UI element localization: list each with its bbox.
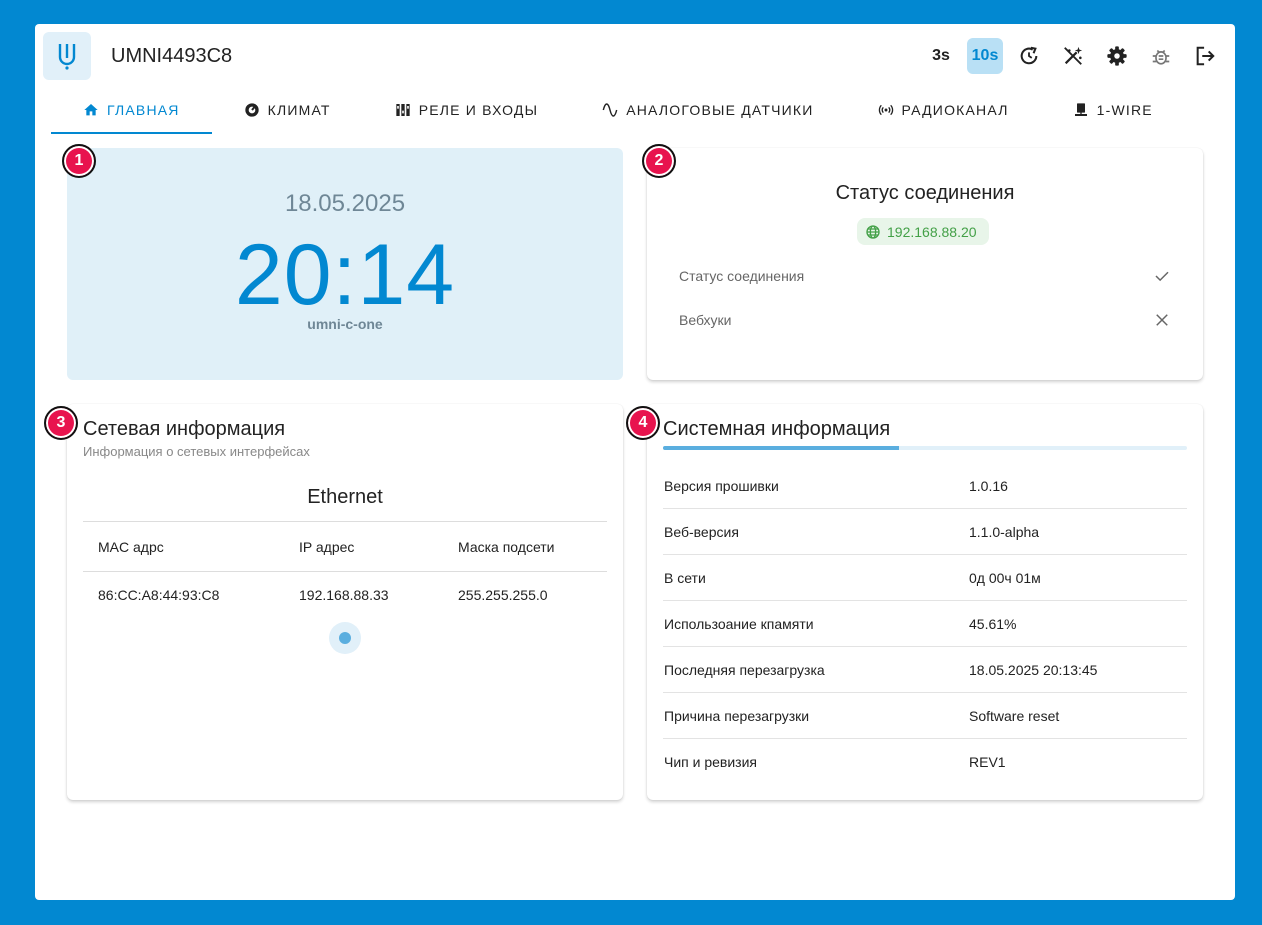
column-header-mac: MAC адрс <box>83 521 284 572</box>
clock-card: 18.05.2025 20:14 umni-c-one <box>67 148 623 380</box>
info-value: REV1 <box>969 753 1006 770</box>
connection-status-card: Статус соединения 192.168.88.20 Статус с… <box>647 148 1203 380</box>
webhooks-row-label: Вебхуки <box>679 312 732 328</box>
info-value: 45.61% <box>968 600 1187 647</box>
history-icon <box>1020 46 1038 65</box>
network-subtitle: Информация о сетевых интерфейсах <box>83 444 310 459</box>
refresh-10s-button[interactable]: 10s <box>967 38 1003 74</box>
table-row: Чип и ревизия REV1 <box>663 739 1187 785</box>
sensor-icon <box>1074 103 1087 116</box>
subnet-mask: 255.255.255.0 <box>458 587 548 603</box>
table-row: Последняя перезагрузка 18.05.2025 20:13:4… <box>663 646 1187 693</box>
refresh-3s-button[interactable]: 3s <box>923 38 959 74</box>
toolbar: 3s 10s <box>923 38 1223 74</box>
column-header-ip: IP адрес <box>284 521 443 572</box>
home-icon <box>84 104 98 116</box>
info-key: Последняя перезагрузка <box>663 646 968 693</box>
info-value: 1.0.16 <box>968 463 1187 509</box>
tab-radio[interactable]: РАДИОКАНАЛ <box>846 88 1041 132</box>
check-icon <box>1155 271 1169 282</box>
mac-address: 86:CC:A8:44:93:C8 <box>98 587 220 603</box>
tab-relays[interactable]: РЕЛЕ И ВХОДЫ <box>363 88 571 132</box>
progress-fill <box>663 446 899 450</box>
badge-3: 3 <box>44 406 78 440</box>
info-key: Чип и ревизия <box>664 753 757 770</box>
network-table: MAC адрс IP адрес Маска подсети 86:CC:A8… <box>83 521 607 618</box>
logo <box>43 32 91 80</box>
info-key: Версия прошивки <box>663 463 968 509</box>
network-info-card: Сетевая информация Информация о сетевых … <box>67 404 623 800</box>
umni-logo-icon <box>58 44 76 70</box>
table-header-row: MAC адрс IP адрес Маска подсети <box>83 521 607 572</box>
app-window: UMNI4493C8 3s 10s ГЛАВНАЯ КЛИМАТ РЕЛЕ И … <box>35 24 1235 900</box>
debug-button[interactable] <box>1143 38 1179 74</box>
info-key: Использоание кпамяти <box>663 600 968 647</box>
tab-radio-label: РАДИОКАНАЛ <box>901 102 1009 118</box>
table-row: Веб-версия 1.1.0-alpha <box>663 508 1187 555</box>
bug-icon <box>1152 49 1170 65</box>
connection-row: Статус соединения <box>679 264 1171 288</box>
ip-chip: 192.168.88.20 <box>857 218 989 245</box>
clock-hostname: umni-c-one <box>307 316 383 332</box>
device-name: UMNI4493C8 <box>111 45 233 67</box>
tab-bar: ГЛАВНАЯ КЛИМАТ РЕЛЕ И ВХОДЫ АНАЛОГОВЫЕ Д… <box>51 88 1219 134</box>
info-value: 1.1.0-alpha <box>968 508 1187 555</box>
ip-address-cell: 192.168.88.33 <box>299 587 389 603</box>
info-key: Веб-версия <box>663 508 968 555</box>
network-title: Сетевая информация <box>83 418 286 440</box>
tab-home[interactable]: ГЛАВНАЯ <box>51 88 212 134</box>
connection-row-label: Статус соединения <box>679 268 805 284</box>
ip-address: 192.168.88.20 <box>887 223 977 240</box>
badge-1: 1 <box>62 144 96 178</box>
info-value: Software reset <box>968 692 1187 739</box>
badge-2: 2 <box>642 144 676 178</box>
table-row: Использоание кпамяти 45.61% <box>663 600 1187 647</box>
close-icon <box>1156 314 1168 326</box>
globe-icon <box>866 224 880 239</box>
table-row: Версия прошивки 1.0.16 <box>663 463 1187 509</box>
tab-climate-label: КЛИМАТ <box>267 102 331 118</box>
connection-title: Статус соединения <box>835 182 1015 204</box>
info-key: Причина перезагрузки <box>663 692 968 739</box>
system-table: Версия прошивки 1.0.16 Веб-версия 1.1.0-al… <box>663 463 1187 784</box>
gear-icon <box>1107 46 1127 66</box>
logout-button[interactable] <box>1187 38 1223 74</box>
system-info-card: Системная информация Версия прошивки 1.0.… <box>647 404 1203 800</box>
tab-analog-label: АНАЛОГОВЫЕ ДАТЧИКИ <box>626 102 814 118</box>
history-button[interactable] <box>1011 38 1047 74</box>
webhooks-row: Вебхуки <box>679 308 1171 332</box>
info-value: 0д 00ч 01м <box>968 554 1187 601</box>
ethernet-title: Ethernet <box>307 486 383 508</box>
info-value: 18.05.2025 20:13:45 <box>968 646 1187 693</box>
radio-icon <box>878 104 893 116</box>
system-title: Системная информация <box>663 418 891 440</box>
loading-progress-bar <box>663 446 1187 450</box>
badge-4: 4 <box>626 406 660 440</box>
loading-indicator <box>329 622 361 654</box>
table-row: Причина перезагрузки Software reset <box>663 692 1187 739</box>
auto-fix-icon <box>1064 46 1083 65</box>
table-row: В сети 0д 00ч 01м <box>663 554 1187 601</box>
tab-relays-label: РЕЛЕ И ВХОДЫ <box>418 102 539 118</box>
settings-button[interactable] <box>1099 38 1135 74</box>
clock-time: 20:14 <box>234 227 456 323</box>
thermostat-icon <box>244 103 259 117</box>
tab-home-label: ГЛАВНАЯ <box>107 102 180 118</box>
table-row: 86:CC:A8:44:93:C8 192.168.88.33 255.255.… <box>83 572 607 619</box>
logout-icon <box>1196 46 1215 66</box>
column-header-mask: Маска подсети <box>443 521 607 572</box>
clock-date: 18.05.2025 <box>284 190 406 217</box>
sine-wave-icon <box>602 103 618 117</box>
auto-fix-off-button[interactable] <box>1055 38 1091 74</box>
info-key: В сети <box>663 554 968 601</box>
tab-1wire[interactable]: 1-WIRE <box>1041 88 1185 132</box>
tab-analog[interactable]: АНАЛОГОВЫЕ ДАТЧИКИ <box>570 88 845 132</box>
tab-climate[interactable]: КЛИМАТ <box>212 88 363 132</box>
tab-1wire-label: 1-WIRE <box>1096 102 1153 118</box>
relay-icon <box>396 104 410 116</box>
